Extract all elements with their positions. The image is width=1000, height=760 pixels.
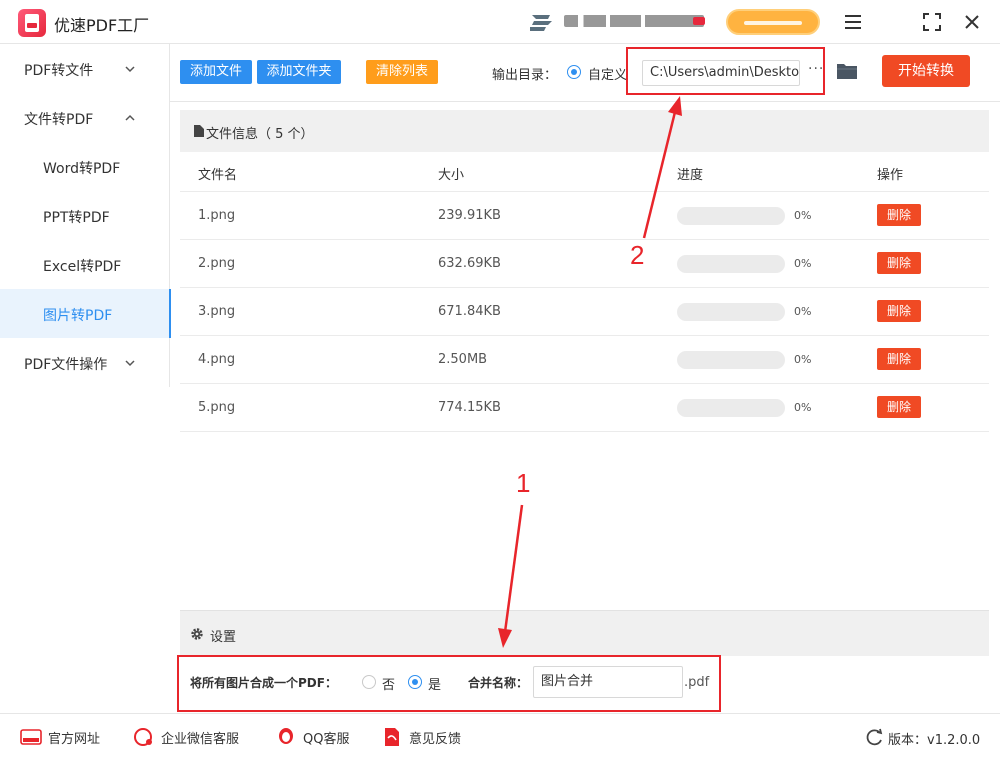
- start-convert-button[interactable]: 开始转换: [882, 55, 970, 87]
- chevron-down-icon: [125, 360, 135, 367]
- column-header-size: 大小: [438, 168, 465, 183]
- sidebar-item-label: Word转PDF: [43, 161, 121, 177]
- annotation-box-merge-settings: [177, 655, 721, 712]
- sidebar-item-ppt-to-pdf[interactable]: PPT转PDF: [0, 191, 170, 240]
- menu-icon[interactable]: [842, 11, 864, 33]
- sidebar-item-pdf-to-file[interactable]: PDF转文件: [0, 44, 170, 93]
- file-size: 671.84KB: [438, 304, 501, 319]
- wechat-support-link[interactable]: 企业微信客服: [161, 728, 239, 747]
- sidebar-item-excel-to-pdf[interactable]: Excel转PDF: [0, 240, 170, 289]
- sidebar-item-label: PDF文件操作: [24, 357, 108, 373]
- sidebar-item-label: 文件转PDF: [24, 112, 94, 128]
- promo-badge: [693, 17, 705, 25]
- wechat-work-icon: [134, 728, 152, 746]
- settings-title: 设置: [210, 630, 237, 645]
- delete-button[interactable]: 删除: [877, 204, 921, 226]
- progress-percent: 0%: [794, 401, 812, 414]
- qq-support-link[interactable]: QQ客服: [303, 728, 349, 747]
- file-name: 1.png: [198, 208, 236, 223]
- table-row: 2.png 632.69KB 0% 删除: [180, 240, 989, 288]
- annotation-box-output-path: [626, 47, 825, 95]
- file-name: 2.png: [198, 256, 236, 271]
- file-info-title: 文件信息（ 5 个）: [206, 127, 314, 142]
- column-header-name: 文件名: [198, 168, 238, 183]
- file-size: 774.15KB: [438, 400, 501, 415]
- progress-bar: [677, 399, 785, 417]
- fullscreen-icon[interactable]: [921, 11, 943, 33]
- sidebar-item-label: Excel转PDF: [43, 259, 122, 275]
- official-site-link[interactable]: 官方网址: [48, 728, 100, 747]
- progress-percent: 0%: [794, 305, 812, 318]
- title-bar: 优速PDF工厂: [0, 0, 1000, 44]
- table-row: 4.png 2.50MB 0% 删除: [180, 336, 989, 384]
- promo-banner[interactable]: [564, 15, 704, 27]
- progress-bar: [677, 303, 785, 321]
- add-folder-button[interactable]: 添加文件夹: [257, 60, 341, 84]
- promo-logo-icon: [530, 15, 552, 31]
- settings-header: 设置: [180, 610, 989, 656]
- annotation-number-1: 1: [516, 468, 531, 498]
- file-name: 3.png: [198, 304, 236, 319]
- toolbar: 添加文件 添加文件夹 清除列表 输出目录： 自定义 C:\Users\admin…: [170, 44, 1000, 102]
- delete-button[interactable]: 删除: [877, 252, 921, 274]
- qq-icon: [279, 728, 293, 744]
- file-table-header: 文件名 大小 进度 操作: [180, 152, 989, 192]
- file-size: 239.91KB: [438, 208, 501, 223]
- progress-percent: 0%: [794, 257, 812, 270]
- output-dir-label: 输出目录：: [492, 68, 558, 83]
- table-row: 5.png 774.15KB 0% 删除: [180, 384, 989, 432]
- custom-dir-label: 自定义: [588, 68, 628, 83]
- file-name: 4.png: [198, 352, 236, 367]
- sidebar-item-label: 图片转PDF: [43, 308, 113, 324]
- gear-icon: [191, 628, 203, 640]
- website-icon: [20, 729, 42, 745]
- app-logo: [18, 9, 46, 37]
- sidebar-item-pdf-operations[interactable]: PDF文件操作: [0, 338, 170, 387]
- file-icon: [194, 125, 204, 137]
- folder-icon[interactable]: [836, 61, 858, 81]
- sidebar-item-label: PDF转文件: [24, 63, 94, 79]
- chevron-down-icon: [125, 66, 135, 73]
- sidebar-item-word-to-pdf[interactable]: Word转PDF: [0, 142, 170, 191]
- custom-dir-radio[interactable]: [567, 65, 581, 79]
- close-icon[interactable]: [961, 11, 983, 33]
- file-name: 5.png: [198, 400, 236, 415]
- annotation-number-2: 2: [630, 240, 645, 270]
- delete-button[interactable]: 删除: [877, 300, 921, 322]
- column-header-action: 操作: [877, 168, 904, 183]
- column-header-progress: 进度: [677, 168, 704, 183]
- footer-bar: 官方网址 企业微信客服 QQ客服 意见反馈 版本：v1.2.0.0: [0, 713, 1000, 760]
- clear-list-button[interactable]: 清除列表: [366, 60, 438, 84]
- progress-bar: [677, 351, 785, 369]
- sidebar-item-label: PPT转PDF: [43, 210, 110, 226]
- progress-percent: 0%: [794, 353, 812, 366]
- add-file-button[interactable]: 添加文件: [180, 60, 252, 84]
- file-size: 2.50MB: [438, 352, 488, 367]
- progress-percent: 0%: [794, 209, 812, 222]
- progress-bar: [677, 207, 785, 225]
- sidebar-item-file-to-pdf[interactable]: 文件转PDF: [0, 93, 170, 142]
- progress-bar: [677, 255, 785, 273]
- delete-button[interactable]: 删除: [877, 348, 921, 370]
- sidebar-item-image-to-pdf[interactable]: 图片转PDF: [0, 289, 171, 338]
- chevron-up-icon: [125, 114, 135, 121]
- file-info-header: 文件信息（ 5 个）: [180, 110, 989, 152]
- table-row: 1.png 239.91KB 0% 删除: [180, 192, 989, 240]
- sidebar: PDF转文件 文件转PDF Word转PDF PPT转PDF Excel转PDF…: [0, 44, 171, 387]
- delete-button[interactable]: 删除: [877, 396, 921, 418]
- table-row: 3.png 671.84KB 0% 删除: [180, 288, 989, 336]
- refresh-icon[interactable]: [864, 727, 886, 747]
- feedback-link[interactable]: 意见反馈: [409, 728, 461, 747]
- app-title: 优速PDF工厂: [54, 16, 150, 35]
- file-size: 632.69KB: [438, 256, 501, 271]
- feedback-icon: [385, 728, 399, 746]
- promo-button[interactable]: [726, 9, 820, 35]
- version-label: 版本：v1.2.0.0: [888, 733, 981, 748]
